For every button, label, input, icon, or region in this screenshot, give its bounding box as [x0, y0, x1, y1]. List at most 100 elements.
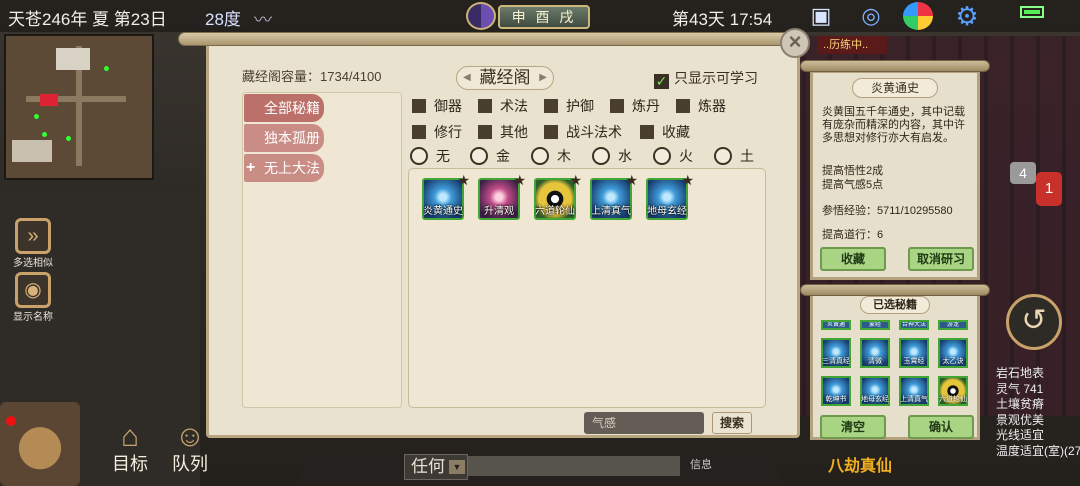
book-item[interactable]: ★ 六道轮仙	[534, 172, 582, 220]
element-radio[interactable]: 木	[531, 146, 571, 166]
element-radio[interactable]: 火	[653, 146, 693, 166]
checkbox-box	[676, 99, 690, 113]
filter-checkbox[interactable]: 收藏	[640, 122, 690, 142]
team-label: 队列	[172, 454, 208, 474]
book-item[interactable]: ★ 上清真气	[590, 172, 638, 220]
palette-icon[interactable]	[903, 2, 933, 30]
only-learnable-checkbox[interactable]: ✓ 只显示可学习	[654, 68, 758, 89]
game-date: 天苍246年 夏 第23日	[8, 10, 167, 29]
tab-unique-books[interactable]: 独本孤册	[244, 124, 324, 152]
filter-checkbox[interactable]: 修行	[412, 122, 462, 142]
multi-select-label: 多选相似	[13, 258, 53, 269]
star-icon: ★	[681, 172, 694, 188]
selected-book[interactable]: 地母玄经	[860, 376, 890, 406]
filter-label: 收藏	[662, 124, 690, 140]
monitor-icon[interactable]: ◎	[856, 2, 886, 30]
cancel-study-button[interactable]: 取消研习	[908, 247, 974, 271]
element-label: 木	[557, 148, 571, 164]
chat-channel-select[interactable]: 任何 ▼	[404, 454, 468, 480]
checkbox-box	[610, 99, 624, 113]
selected-book-label: 三清真经	[822, 358, 850, 365]
selected-book[interactable]: 玉霄经	[899, 338, 929, 368]
tab-label: 独本孤册	[264, 130, 320, 146]
plus-icon: +	[246, 159, 256, 176]
selected-title: 已选秘籍	[860, 296, 930, 314]
selected-book[interactable]: 乾坤书	[821, 376, 851, 406]
gear-icon[interactable]: ⚙	[952, 2, 982, 30]
confirm-button[interactable]: 确认	[908, 415, 974, 439]
hint-banner: ..历练中..	[817, 36, 887, 54]
selected-book-strip[interactable]: 蒙经	[860, 320, 890, 330]
close-icon[interactable]: ×	[780, 28, 810, 58]
tile-info: 岩石地表 灵气 741 土壤贫瘠 景观优美 光线适宜 温度适宜(室)(27度)	[996, 366, 1080, 459]
filter-checkbox[interactable]: 术法	[478, 96, 528, 116]
save-icon[interactable]: ▣	[806, 2, 836, 30]
search-input[interactable]: 气感	[584, 412, 704, 434]
scroll-rod	[178, 32, 808, 46]
tile-info-line: 温度适宜(室)(27度)	[996, 443, 1080, 458]
chat-label: 信息	[690, 459, 712, 471]
wind-icon: 〰	[254, 10, 272, 30]
minimap-unit	[34, 114, 39, 119]
selected-book-label: 玉霄经	[903, 358, 925, 365]
undo-icon[interactable]: ↺	[1006, 294, 1062, 350]
selected-book-strip[interactable]: 合神大法	[899, 320, 929, 330]
selected-book-strip[interactable]: 炎黄通	[821, 320, 851, 330]
filter-checkbox[interactable]: 炼丹	[610, 96, 660, 116]
tab-all-books[interactable]: 全部秘籍	[244, 94, 324, 122]
filter-checkbox[interactable]: 御器	[412, 96, 462, 116]
book-item[interactable]: ★ 地母玄经	[646, 172, 694, 220]
selected-book[interactable]: 三清真经	[821, 338, 851, 368]
clear-button[interactable]: 清空	[820, 415, 886, 439]
target-button[interactable]: ⌂ 目标	[100, 422, 160, 476]
tab-supreme-methods[interactable]: + 无上大法	[244, 154, 324, 182]
selected-book[interactable]: 六道轮仙	[938, 376, 968, 406]
minimap-building	[40, 94, 58, 106]
alert-dot	[6, 416, 16, 426]
element-radio[interactable]: 土	[714, 146, 754, 166]
book-item[interactable]: ★ 升清观	[478, 172, 526, 220]
book-item[interactable]: ★ 炎黄通史	[422, 172, 470, 220]
selected-book[interactable]: 上清真气	[899, 376, 929, 406]
star-icon: ★	[569, 172, 582, 188]
selected-book-label: 地母玄经	[861, 396, 889, 403]
element-radio[interactable]: 金	[470, 146, 510, 166]
element-radio[interactable]: 水	[592, 146, 632, 166]
selected-book-label: 乾坤书	[825, 396, 847, 403]
minimap[interactable]	[4, 34, 154, 180]
notification-badge[interactable]: 1	[1036, 172, 1062, 206]
scroll-rod	[800, 284, 990, 296]
detail-effect: 提高气感5点	[822, 179, 884, 191]
detail-title: 炎黄通史	[852, 78, 938, 98]
selected-book-strip[interactable]: 游龙	[938, 320, 968, 330]
search-button[interactable]: 搜索	[712, 412, 752, 434]
radio-circle	[531, 147, 549, 165]
radio-circle	[410, 147, 428, 165]
filter-checkbox[interactable]: 其他	[478, 122, 528, 142]
count-badge[interactable]: 4	[1010, 162, 1036, 184]
gourd-button[interactable]	[0, 402, 80, 486]
check-icon: ✓	[654, 73, 669, 89]
chat-input[interactable]	[468, 456, 680, 476]
filter-label: 炼器	[698, 98, 726, 114]
filter-checkbox[interactable]: 护御	[544, 96, 594, 116]
taiji-icon[interactable]	[466, 2, 496, 30]
filter-label: 御器	[434, 98, 462, 114]
show-name-button[interactable]: ◉ 显示名称	[8, 272, 58, 323]
checkbox-box	[412, 99, 426, 113]
selected-book-label: 六道轮仙	[939, 396, 967, 403]
library-capacity: 藏经阁容量：1734/4100	[242, 69, 382, 84]
element-radio[interactable]: 无	[410, 146, 450, 166]
arrows-icon: »	[15, 218, 51, 254]
detail-experience: 参悟经验：5711/10295580	[822, 205, 953, 217]
multi-select-button[interactable]: » 多选相似	[8, 218, 58, 269]
detail-description: 炎黄国五千年通史，其中记载有庞杂而精深的内容，其中许多思想对修行亦大有启发。	[822, 106, 965, 144]
filter-checkbox[interactable]: 炼器	[676, 96, 726, 116]
selected-book[interactable]: 太乙诀	[938, 338, 968, 368]
collect-button[interactable]: 收藏	[820, 247, 886, 271]
selected-book[interactable]: 清微	[860, 338, 890, 368]
tab-label: 无上大法	[264, 160, 320, 176]
element-label: 水	[618, 148, 632, 164]
filter-checkbox[interactable]: 战斗法术	[544, 122, 622, 142]
day-time: 第43天 17:54	[672, 10, 773, 29]
